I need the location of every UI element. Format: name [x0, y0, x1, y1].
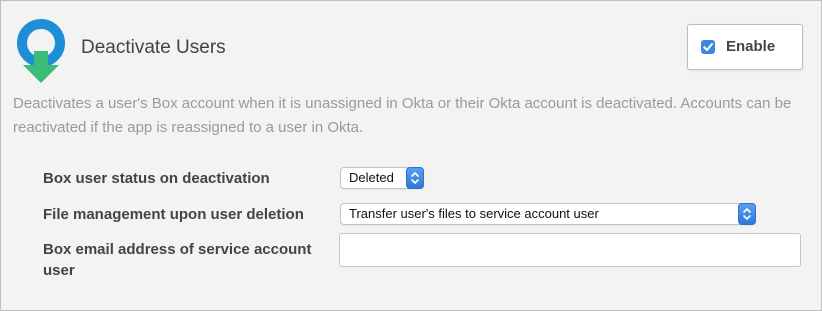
deactivate-users-panel: Deactivate Users Enable Deactivates a us…	[0, 0, 822, 311]
file-management-label: File management upon user deletion	[43, 206, 304, 223]
section-title: Deactivate Users	[81, 37, 226, 58]
status-on-deactivation-value: Deleted	[349, 170, 394, 185]
select-stepper-icon	[406, 167, 424, 189]
section-description: Deactivates a user's Box account when it…	[13, 95, 792, 136]
status-on-deactivation-label: Box user status on deactivation	[43, 170, 270, 187]
service-account-email-label: Box email address of service account use…	[43, 241, 312, 279]
select-stepper-icon	[738, 203, 756, 225]
status-on-deactivation-select[interactable]: Deleted	[340, 167, 424, 189]
file-management-value: Transfer user's files to service account…	[349, 206, 599, 221]
enable-checkbox[interactable]	[701, 40, 715, 54]
enable-toggle[interactable]: Enable	[687, 24, 803, 70]
file-management-select[interactable]: Transfer user's files to service account…	[340, 203, 756, 225]
checkmark-icon	[703, 43, 713, 51]
service-account-email-input[interactable]	[339, 233, 801, 267]
enable-label: Enable	[726, 38, 776, 55]
deactivate-user-icon	[15, 19, 71, 83]
